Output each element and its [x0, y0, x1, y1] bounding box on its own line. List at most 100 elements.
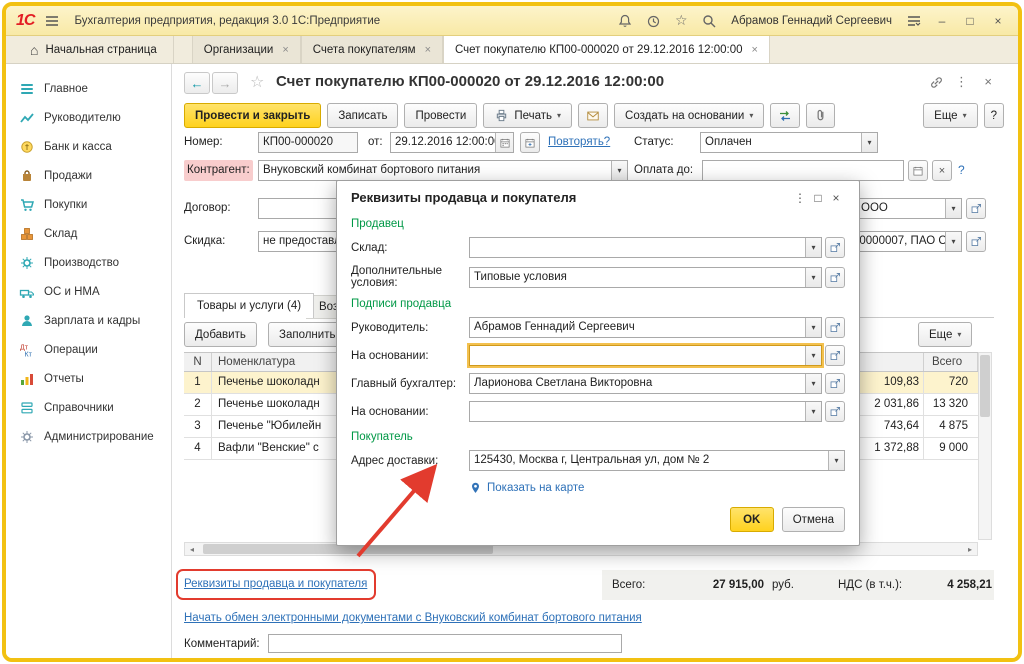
ok-button[interactable]: OK	[730, 507, 774, 532]
organization-open-button[interactable]	[966, 198, 986, 219]
set-date-button[interactable]	[520, 132, 540, 153]
history-icon[interactable]	[643, 12, 663, 30]
dialog-close-icon[interactable]: ×	[827, 191, 845, 205]
basis1-open-button[interactable]	[825, 345, 845, 366]
close-tab-icon[interactable]: ×	[752, 44, 758, 56]
more-button[interactable]: Еще ▾	[923, 103, 977, 128]
close-tab-icon[interactable]: ×	[425, 44, 431, 56]
service-menu-icon[interactable]	[904, 12, 924, 30]
calendar-icon[interactable]	[495, 133, 513, 152]
tab-goods-services[interactable]: Товары и услуги (4)	[184, 293, 314, 318]
tab-current-invoice[interactable]: Счет покупателю КП00-000020 от 29.12.201…	[443, 36, 770, 63]
scroll-left-arrow[interactable]: ◂	[185, 545, 199, 554]
repeat-link[interactable]: Повторять?	[548, 132, 610, 153]
dropdown-icon[interactable]: ▾	[805, 374, 821, 393]
cell-n[interactable]: 1	[184, 372, 212, 393]
clear-date-button[interactable]: ×	[932, 160, 952, 181]
tab-organizations[interactable]: Организации ×	[192, 36, 301, 63]
tab-home[interactable]: ⌂ Начальная страница	[14, 36, 174, 63]
sidebar-item-fixed-assets[interactable]: ОС и НМА	[6, 277, 171, 306]
post-button[interactable]: Провести	[404, 103, 477, 128]
basis2-input[interactable]: ▾	[469, 401, 822, 422]
sidebar-item-sales[interactable]: Продажи	[6, 161, 171, 190]
table-more-button[interactable]: Еще ▾	[918, 322, 972, 347]
delivery-address-input[interactable]: 125430, Москва г, Центральная ул, дом № …	[469, 450, 845, 471]
cell-n[interactable]: 4	[184, 438, 212, 459]
date-input[interactable]: 29.12.2016 12:00:00	[390, 132, 514, 153]
search-icon[interactable]	[699, 12, 719, 30]
conditions-open-button[interactable]	[825, 267, 845, 288]
basis1-input[interactable]: ▾	[469, 345, 822, 366]
sidebar-item-production[interactable]: Производство	[6, 248, 171, 277]
dropdown-icon[interactable]: ▾	[611, 161, 627, 180]
warehouse-input[interactable]: ▾	[469, 237, 822, 258]
get-link-icon[interactable]	[929, 75, 944, 93]
basis2-open-button[interactable]	[825, 401, 845, 422]
pay-until-help-icon[interactable]: ?	[958, 160, 965, 181]
cell-total[interactable]: 13 320	[924, 394, 978, 415]
cell-total[interactable]: 4 875	[924, 416, 978, 437]
dropdown-icon[interactable]: ▾	[805, 268, 821, 287]
tab-customer-invoices[interactable]: Счета покупателям ×	[301, 36, 443, 63]
seller-buyer-details-link[interactable]: Реквизиты продавца и покупателя	[184, 578, 367, 590]
accountant-input[interactable]: Ларионова Светлана Викторовна ▾	[469, 373, 822, 394]
sidebar-item-reports[interactable]: Отчеты	[6, 364, 171, 393]
dialog-more-icon[interactable]: ⋮	[791, 191, 809, 205]
favorites-star-icon[interactable]: ☆	[671, 12, 691, 30]
vertical-scrollbar[interactable]	[978, 352, 992, 540]
pay-until-calendar-button[interactable]	[908, 160, 928, 181]
fill-button[interactable]: Заполнить	[268, 322, 346, 347]
sidebar-item-references[interactable]: Справочники	[6, 393, 171, 422]
manager-open-button[interactable]	[825, 317, 845, 338]
post-and-close-button[interactable]: Провести и закрыть	[184, 103, 321, 128]
sidebar-item-administration[interactable]: Администрирование	[6, 422, 171, 451]
dropdown-icon[interactable]: ▾	[805, 346, 821, 365]
send-email-button[interactable]	[578, 103, 608, 128]
cell-n[interactable]: 2	[184, 394, 212, 415]
scroll-right-arrow[interactable]: ▸	[963, 545, 977, 554]
dropdown-icon[interactable]: ▾	[861, 133, 877, 152]
sidebar-item-bank-cash[interactable]: Банк и касса	[6, 132, 171, 161]
sidebar-item-salary-hr[interactable]: Зарплата и кадры	[6, 306, 171, 335]
create-on-base-button[interactable]: Создать на основании ▾	[614, 103, 764, 128]
cell-total[interactable]: 720	[924, 372, 978, 393]
col-header-n[interactable]: N	[184, 353, 212, 371]
sidebar-item-operations[interactable]: ДтКт Операции	[6, 335, 171, 364]
counterparty-input[interactable]: Внуковский комбинат бортового питания ▾	[258, 160, 628, 181]
dropdown-icon[interactable]: ▾	[805, 402, 821, 421]
cell-n[interactable]: 3	[184, 416, 212, 437]
dropdown-icon[interactable]: ▾	[805, 238, 821, 257]
sidebar-item-manager[interactable]: Руководителю	[6, 103, 171, 132]
print-button[interactable]: Печать ▾	[483, 103, 572, 128]
maximize-button[interactable]: □	[960, 14, 980, 28]
help-button[interactable]: ?	[984, 103, 1004, 128]
col-header-total[interactable]: Всего	[924, 353, 978, 371]
dropdown-icon[interactable]: ▾	[828, 451, 844, 470]
dropdown-icon[interactable]: ▾	[945, 232, 961, 251]
bank-account-open-button[interactable]	[966, 231, 986, 252]
favorite-star-icon[interactable]: ☆	[250, 72, 264, 92]
warehouse-open-button[interactable]	[825, 237, 845, 258]
nav-back-button[interactable]: ←	[184, 72, 210, 94]
accountant-open-button[interactable]	[825, 373, 845, 394]
close-tab-icon[interactable]: ×	[282, 44, 288, 56]
attachments-button[interactable]	[806, 103, 835, 128]
close-document-icon[interactable]: ×	[984, 74, 992, 89]
scrollbar-thumb[interactable]	[980, 355, 990, 417]
cell-total[interactable]: 9 000	[924, 438, 978, 459]
dialog-maximize-icon[interactable]: □	[809, 191, 827, 205]
edi-exchange-button[interactable]	[770, 103, 800, 128]
minimize-button[interactable]: –	[932, 14, 952, 28]
dropdown-icon[interactable]: ▾	[805, 318, 821, 337]
edi-exchange-link[interactable]: Начать обмен электронными документами с …	[184, 612, 642, 624]
number-input[interactable]: КП00-000020	[258, 132, 358, 153]
main-menu-icon[interactable]	[42, 12, 62, 30]
dropdown-icon[interactable]: ▾	[945, 199, 961, 218]
add-row-button[interactable]: Добавить	[184, 322, 257, 347]
conditions-input[interactable]: Типовые условия ▾	[469, 267, 822, 288]
close-window-button[interactable]: ×	[988, 14, 1008, 28]
comment-input[interactable]	[268, 634, 622, 653]
pay-until-input[interactable]	[702, 160, 904, 181]
sidebar-item-purchases[interactable]: Покупки	[6, 190, 171, 219]
manager-input[interactable]: Абрамов Геннадий Сергеевич ▾	[469, 317, 822, 338]
